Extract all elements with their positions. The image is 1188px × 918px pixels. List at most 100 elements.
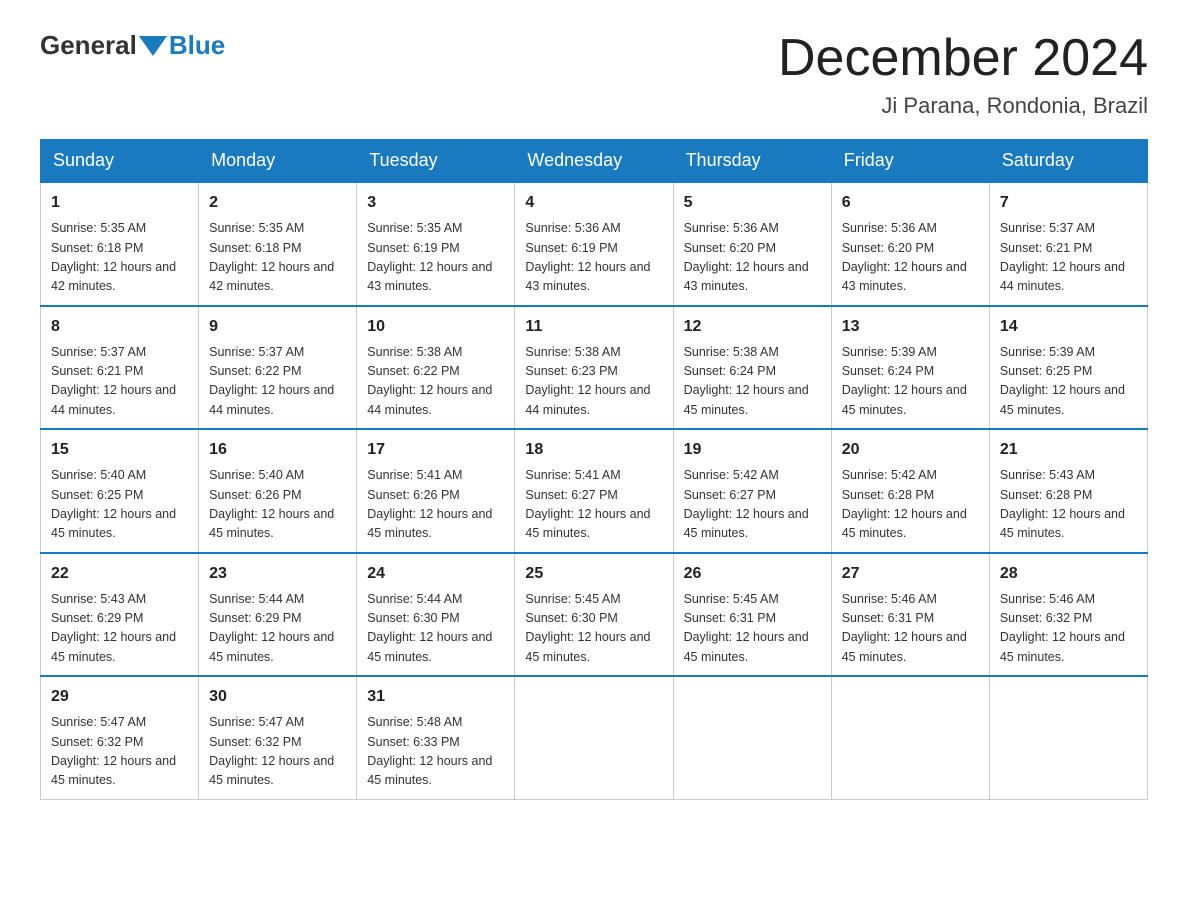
calendar-cell: 30 Sunrise: 5:47 AM Sunset: 6:32 PM Dayl…: [199, 676, 357, 799]
calendar-cell: 27 Sunrise: 5:46 AM Sunset: 6:31 PM Dayl…: [831, 553, 989, 677]
logo-triangle-icon: [139, 36, 167, 56]
calendar-cell: 17 Sunrise: 5:41 AM Sunset: 6:26 PM Dayl…: [357, 429, 515, 553]
calendar-cell: 12 Sunrise: 5:38 AM Sunset: 6:24 PM Dayl…: [673, 306, 831, 430]
calendar-cell: 11 Sunrise: 5:38 AM Sunset: 6:23 PM Dayl…: [515, 306, 673, 430]
day-info: Sunrise: 5:45 AM Sunset: 6:30 PM Dayligh…: [525, 590, 662, 668]
calendar-cell: [515, 676, 673, 799]
day-info: Sunrise: 5:36 AM Sunset: 6:20 PM Dayligh…: [842, 219, 979, 297]
day-info: Sunrise: 5:35 AM Sunset: 6:18 PM Dayligh…: [51, 219, 188, 297]
day-of-week-header: Saturday: [989, 140, 1147, 183]
calendar-cell: 23 Sunrise: 5:44 AM Sunset: 6:29 PM Dayl…: [199, 553, 357, 677]
week-row: 15 Sunrise: 5:40 AM Sunset: 6:25 PM Dayl…: [41, 429, 1148, 553]
day-of-week-header: Thursday: [673, 140, 831, 183]
day-number: 6: [842, 191, 979, 215]
day-info: Sunrise: 5:46 AM Sunset: 6:32 PM Dayligh…: [1000, 590, 1137, 668]
calendar-cell: 18 Sunrise: 5:41 AM Sunset: 6:27 PM Dayl…: [515, 429, 673, 553]
day-info: Sunrise: 5:47 AM Sunset: 6:32 PM Dayligh…: [51, 713, 188, 791]
calendar-cell: 15 Sunrise: 5:40 AM Sunset: 6:25 PM Dayl…: [41, 429, 199, 553]
calendar-cell: [989, 676, 1147, 799]
calendar-cell: 28 Sunrise: 5:46 AM Sunset: 6:32 PM Dayl…: [989, 553, 1147, 677]
day-number: 3: [367, 191, 504, 215]
day-number: 19: [684, 438, 821, 462]
day-info: Sunrise: 5:39 AM Sunset: 6:25 PM Dayligh…: [1000, 343, 1137, 421]
calendar-cell: [831, 676, 989, 799]
calendar-cell: 21 Sunrise: 5:43 AM Sunset: 6:28 PM Dayl…: [989, 429, 1147, 553]
day-number: 11: [525, 315, 662, 339]
day-number: 7: [1000, 191, 1137, 215]
calendar-cell: 5 Sunrise: 5:36 AM Sunset: 6:20 PM Dayli…: [673, 182, 831, 306]
day-number: 31: [367, 685, 504, 709]
day-of-week-header: Wednesday: [515, 140, 673, 183]
day-number: 9: [209, 315, 346, 339]
calendar-cell: 13 Sunrise: 5:39 AM Sunset: 6:24 PM Dayl…: [831, 306, 989, 430]
day-number: 1: [51, 191, 188, 215]
calendar-cell: 22 Sunrise: 5:43 AM Sunset: 6:29 PM Dayl…: [41, 553, 199, 677]
day-number: 23: [209, 562, 346, 586]
day-info: Sunrise: 5:46 AM Sunset: 6:31 PM Dayligh…: [842, 590, 979, 668]
day-info: Sunrise: 5:40 AM Sunset: 6:26 PM Dayligh…: [209, 466, 346, 544]
day-number: 16: [209, 438, 346, 462]
day-number: 12: [684, 315, 821, 339]
day-info: Sunrise: 5:38 AM Sunset: 6:23 PM Dayligh…: [525, 343, 662, 421]
calendar-cell: 29 Sunrise: 5:47 AM Sunset: 6:32 PM Dayl…: [41, 676, 199, 799]
day-number: 21: [1000, 438, 1137, 462]
day-info: Sunrise: 5:48 AM Sunset: 6:33 PM Dayligh…: [367, 713, 504, 791]
day-info: Sunrise: 5:43 AM Sunset: 6:29 PM Dayligh…: [51, 590, 188, 668]
calendar-table: SundayMondayTuesdayWednesdayThursdayFrid…: [40, 139, 1148, 800]
day-of-week-header: Friday: [831, 140, 989, 183]
day-number: 22: [51, 562, 188, 586]
day-info: Sunrise: 5:40 AM Sunset: 6:25 PM Dayligh…: [51, 466, 188, 544]
logo-general-text: General: [40, 30, 137, 61]
calendar-cell: 14 Sunrise: 5:39 AM Sunset: 6:25 PM Dayl…: [989, 306, 1147, 430]
day-info: Sunrise: 5:45 AM Sunset: 6:31 PM Dayligh…: [684, 590, 821, 668]
day-info: Sunrise: 5:44 AM Sunset: 6:29 PM Dayligh…: [209, 590, 346, 668]
day-number: 25: [525, 562, 662, 586]
day-info: Sunrise: 5:39 AM Sunset: 6:24 PM Dayligh…: [842, 343, 979, 421]
day-number: 17: [367, 438, 504, 462]
day-number: 13: [842, 315, 979, 339]
day-info: Sunrise: 5:41 AM Sunset: 6:26 PM Dayligh…: [367, 466, 504, 544]
day-info: Sunrise: 5:38 AM Sunset: 6:22 PM Dayligh…: [367, 343, 504, 421]
day-info: Sunrise: 5:37 AM Sunset: 6:21 PM Dayligh…: [1000, 219, 1137, 297]
day-info: Sunrise: 5:44 AM Sunset: 6:30 PM Dayligh…: [367, 590, 504, 668]
week-row: 29 Sunrise: 5:47 AM Sunset: 6:32 PM Dayl…: [41, 676, 1148, 799]
calendar-cell: 9 Sunrise: 5:37 AM Sunset: 6:22 PM Dayli…: [199, 306, 357, 430]
days-of-week-row: SundayMondayTuesdayWednesdayThursdayFrid…: [41, 140, 1148, 183]
logo: General Blue: [40, 30, 225, 61]
day-info: Sunrise: 5:36 AM Sunset: 6:20 PM Dayligh…: [684, 219, 821, 297]
week-row: 1 Sunrise: 5:35 AM Sunset: 6:18 PM Dayli…: [41, 182, 1148, 306]
day-number: 26: [684, 562, 821, 586]
day-number: 8: [51, 315, 188, 339]
calendar-cell: 8 Sunrise: 5:37 AM Sunset: 6:21 PM Dayli…: [41, 306, 199, 430]
calendar-cell: 4 Sunrise: 5:36 AM Sunset: 6:19 PM Dayli…: [515, 182, 673, 306]
calendar-cell: 1 Sunrise: 5:35 AM Sunset: 6:18 PM Dayli…: [41, 182, 199, 306]
day-number: 14: [1000, 315, 1137, 339]
day-number: 20: [842, 438, 979, 462]
day-of-week-header: Tuesday: [357, 140, 515, 183]
logo-blue-text: Blue: [169, 30, 225, 61]
day-of-week-header: Sunday: [41, 140, 199, 183]
day-info: Sunrise: 5:37 AM Sunset: 6:21 PM Dayligh…: [51, 343, 188, 421]
day-number: 4: [525, 191, 662, 215]
day-info: Sunrise: 5:35 AM Sunset: 6:18 PM Dayligh…: [209, 219, 346, 297]
day-number: 27: [842, 562, 979, 586]
day-info: Sunrise: 5:42 AM Sunset: 6:28 PM Dayligh…: [842, 466, 979, 544]
day-info: Sunrise: 5:35 AM Sunset: 6:19 PM Dayligh…: [367, 219, 504, 297]
day-info: Sunrise: 5:38 AM Sunset: 6:24 PM Dayligh…: [684, 343, 821, 421]
location-title: Ji Parana, Rondonia, Brazil: [778, 93, 1148, 119]
day-info: Sunrise: 5:36 AM Sunset: 6:19 PM Dayligh…: [525, 219, 662, 297]
calendar-cell: [673, 676, 831, 799]
title-section: December 2024 Ji Parana, Rondonia, Brazi…: [778, 30, 1148, 119]
day-of-week-header: Monday: [199, 140, 357, 183]
day-number: 29: [51, 685, 188, 709]
day-number: 10: [367, 315, 504, 339]
page-header: General Blue December 2024 Ji Parana, Ro…: [40, 30, 1148, 119]
calendar-cell: 2 Sunrise: 5:35 AM Sunset: 6:18 PM Dayli…: [199, 182, 357, 306]
calendar-cell: 19 Sunrise: 5:42 AM Sunset: 6:27 PM Dayl…: [673, 429, 831, 553]
calendar-cell: 26 Sunrise: 5:45 AM Sunset: 6:31 PM Dayl…: [673, 553, 831, 677]
day-number: 30: [209, 685, 346, 709]
calendar-cell: 3 Sunrise: 5:35 AM Sunset: 6:19 PM Dayli…: [357, 182, 515, 306]
day-info: Sunrise: 5:43 AM Sunset: 6:28 PM Dayligh…: [1000, 466, 1137, 544]
day-info: Sunrise: 5:42 AM Sunset: 6:27 PM Dayligh…: [684, 466, 821, 544]
day-number: 5: [684, 191, 821, 215]
